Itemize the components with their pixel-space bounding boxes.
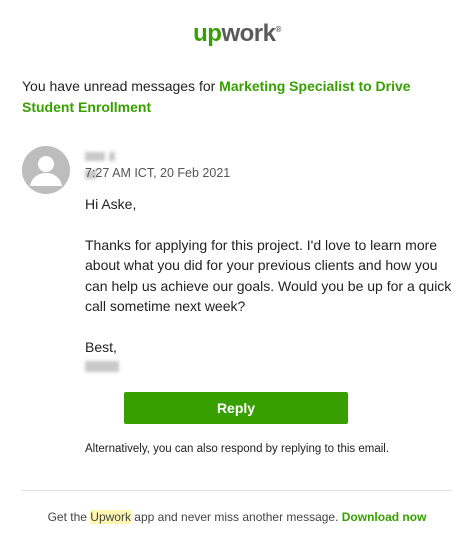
message-closing: Best, xyxy=(85,338,117,355)
message-body: Hi Aske, Thanks for applying for this pr… xyxy=(85,194,455,378)
intro-text: You have unread messages for Marketing S… xyxy=(22,76,452,118)
footer-prefix: Get the xyxy=(47,510,91,524)
signature-redacted xyxy=(85,361,119,372)
download-now-link[interactable]: Download now xyxy=(342,510,427,524)
message-timestamp: 7:27 AM ICT, 20 Feb 2021 xyxy=(85,166,231,180)
alternative-reply-text: Alternatively, you can also respond by r… xyxy=(84,443,390,455)
user-avatar-icon xyxy=(22,146,70,194)
reply-button[interactable]: Reply xyxy=(124,392,348,424)
logo-trademark: ® xyxy=(275,25,281,34)
logo-wordmark: upwork® xyxy=(193,20,281,48)
logo-up: up xyxy=(193,20,222,47)
message-paragraph: Thanks for applying for this project. I'… xyxy=(85,236,452,315)
message-greeting: Hi Aske, xyxy=(85,196,137,212)
footer-text: Get the Upwork app and never miss anothe… xyxy=(0,510,474,524)
footer-brand: Upwork xyxy=(90,510,131,524)
sender-name-redacted xyxy=(85,148,131,179)
logo-work: work xyxy=(221,20,276,47)
intro-prefix: You have unread messages for xyxy=(22,78,220,94)
footer-divider xyxy=(22,490,452,491)
footer-middle: app and never miss another message. xyxy=(130,510,342,524)
upwork-logo: upwork® xyxy=(0,16,474,52)
